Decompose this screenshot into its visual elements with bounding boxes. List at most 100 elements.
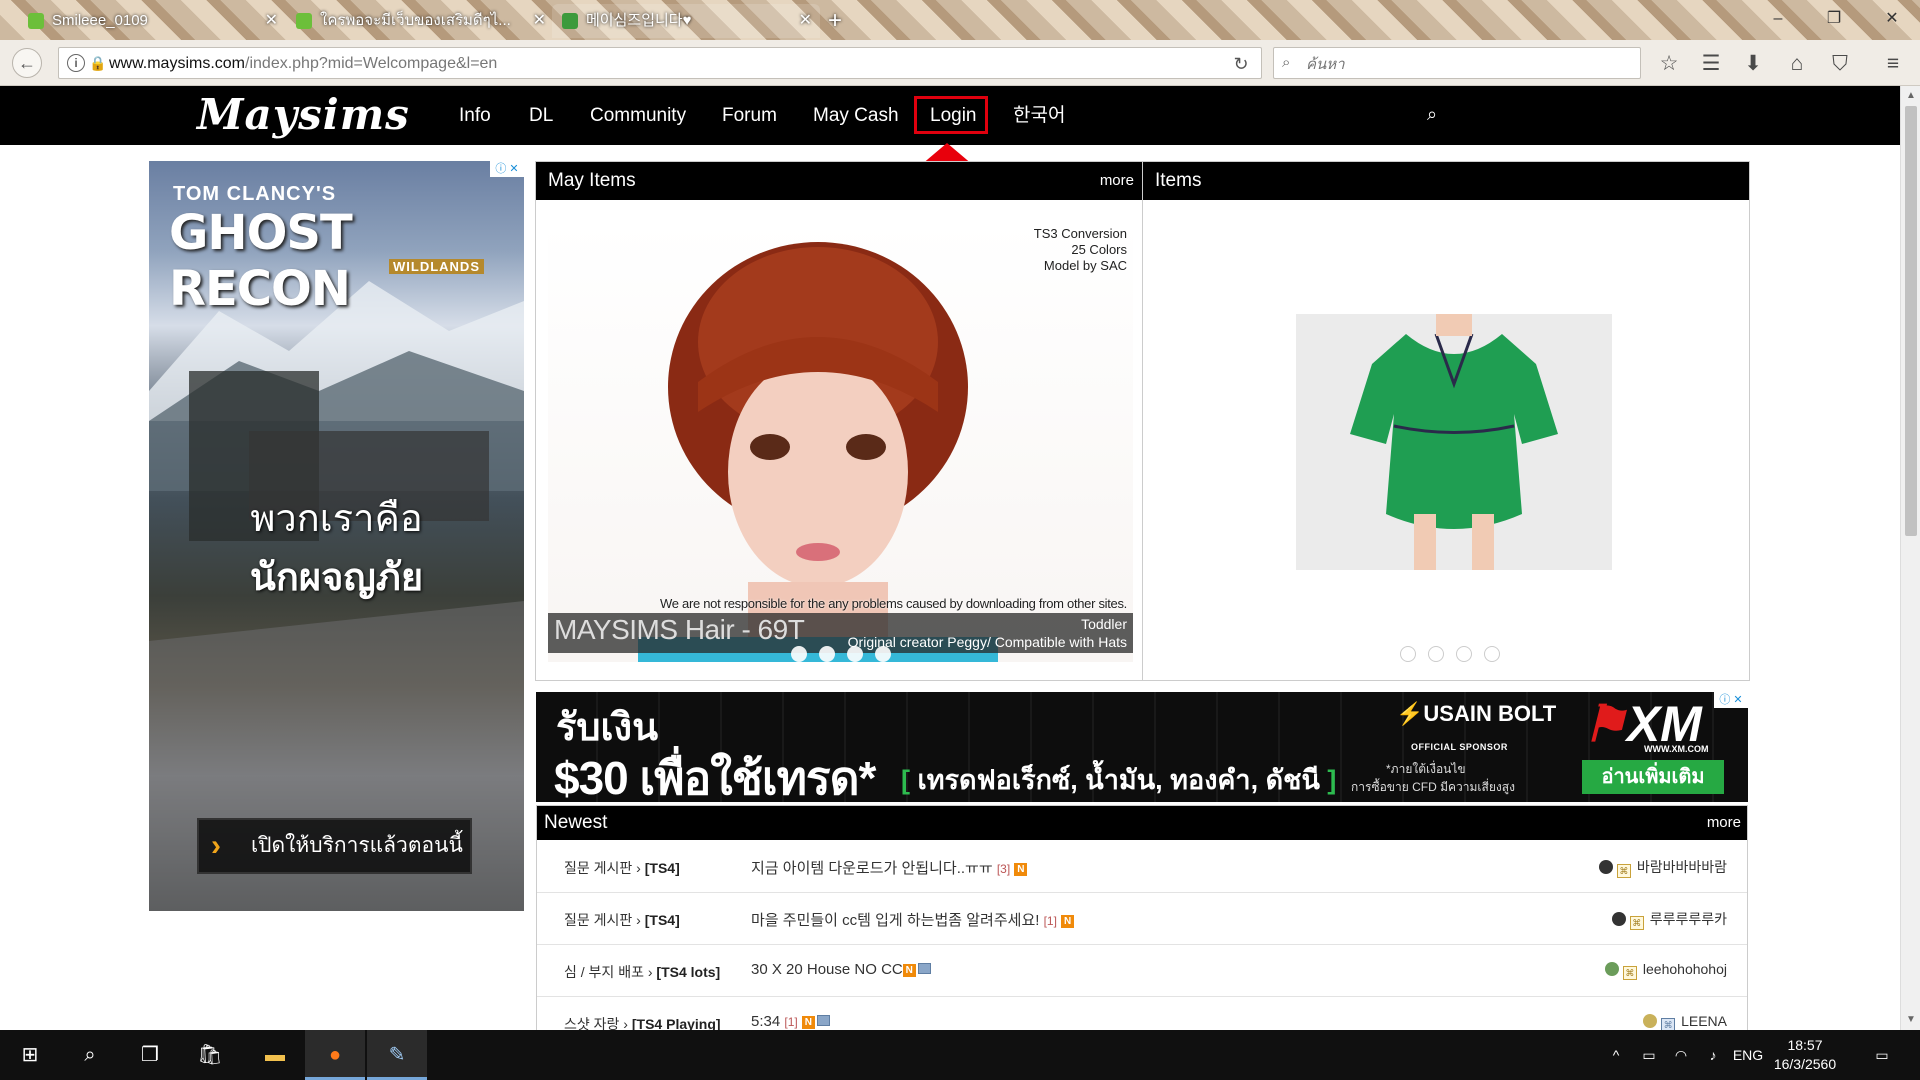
site-search-icon[interactable]: ⌕ (1420, 102, 1444, 126)
post-category[interactable]: 질문 게시판 › [TS4] (564, 910, 680, 930)
menu-korean[interactable]: 한국어 (1013, 86, 1065, 145)
chevron-up-icon[interactable]: ^ (1604, 1030, 1628, 1080)
new-badge-icon: N (801, 1016, 815, 1029)
slide-dot[interactable] (819, 646, 835, 662)
firefox-icon[interactable]: ● (305, 1030, 365, 1080)
list-item[interactable]: 스샷 자랑 › [TS4 Playing] 5:34 [1] N ⌘ LEENA (537, 998, 1747, 1030)
search-icon[interactable]: ⌕ (60, 1030, 120, 1080)
post-category[interactable]: 스샷 자랑 › [TS4 Playing] (564, 1014, 721, 1030)
slide-dots (1400, 646, 1512, 662)
newest-title: Newest (544, 812, 608, 833)
reload-icon[interactable]: ↻ (1229, 52, 1253, 76)
slide-dot[interactable] (1428, 646, 1444, 662)
insecure-lock-icon[interactable]: 🔒 (89, 54, 106, 72)
featured-item-slide[interactable]: TS3 Conversion 25 Colors Model by SAC We… (548, 222, 1133, 662)
ad-cta-button[interactable]: › เปิดให้บริการแล้วตอนนี้ (197, 818, 472, 874)
may-items-more-link[interactable]: more (1100, 162, 1134, 200)
scroll-down-icon[interactable]: ▼ (1901, 1012, 1920, 1028)
scrollbar-thumb[interactable] (1905, 106, 1917, 536)
dress-item-image[interactable] (1296, 314, 1612, 570)
windows-start-icon[interactable]: ⊞ (0, 1030, 60, 1080)
slide-dot[interactable] (875, 646, 891, 662)
menu-dl[interactable]: DL (529, 86, 553, 145)
lightning-bolt-icon: ⚡ (1396, 701, 1424, 726)
list-item[interactable]: 심 / 부지 배포 › [TS4 lots] 30 X 20 House NO … (537, 946, 1747, 997)
star-bookmark-icon[interactable]: ☆ (1656, 51, 1682, 77)
slide-dot[interactable] (1400, 646, 1416, 662)
url-text[interactable]: www.maysims.com/index.php?mid=Welcompage… (109, 48, 497, 80)
list-item[interactable]: 질문 게시판 › [TS4] 지금 아이템 다운로드가 안됩니다..ㅠㅠ [3]… (537, 842, 1747, 893)
menu-info[interactable]: Info (459, 86, 491, 145)
post-category[interactable]: 심 / 부지 배포 › [TS4 lots] (564, 962, 720, 982)
clock-time: 18:57 (1787, 1037, 1823, 1053)
close-tab-icon[interactable]: ✕ (265, 4, 278, 38)
page-scrollbar[interactable]: ▲ ▼ (1900, 86, 1920, 1030)
new-tab-icon[interactable]: + (818, 4, 852, 38)
browser-tab[interactable]: Smileee_0109 ✕ (18, 4, 286, 38)
menu-may-cash[interactable]: May Cash (813, 86, 899, 145)
info-icon[interactable]: i (67, 54, 85, 72)
download-disclaimer: We are not responsible for the any probl… (660, 596, 1127, 611)
slide-dot[interactable] (847, 646, 863, 662)
hamburger-menu-icon[interactable]: ≡ (1880, 51, 1906, 77)
paint-icon[interactable]: ✎ (367, 1030, 427, 1080)
scroll-up-icon[interactable]: ▲ (1901, 88, 1920, 104)
post-category[interactable]: 질문 게시판 › [TS4] (564, 858, 680, 878)
post-title[interactable]: 30 X 20 House NO CC N (751, 961, 931, 978)
reading-list-icon[interactable]: ☰ (1698, 51, 1724, 77)
slide-dot[interactable] (1484, 646, 1500, 662)
comment-count: [1] (1043, 914, 1057, 928)
minimize-icon[interactable]: – (1758, 6, 1798, 32)
browser-search-box[interactable]: ⌕ (1273, 47, 1641, 79)
close-tab-icon[interactable]: ✕ (533, 4, 546, 38)
url-host: www.maysims.com (109, 55, 246, 72)
task-view-icon[interactable]: ❐ (120, 1030, 180, 1080)
volume-icon[interactable]: ♪ (1698, 1030, 1728, 1080)
download-icon[interactable]: ⬇ (1740, 51, 1766, 77)
back-icon[interactable]: ← (12, 48, 42, 78)
read-more-button[interactable]: อ่านเพิ่มเติม (1582, 760, 1724, 794)
restore-icon[interactable]: ❐ (1814, 6, 1854, 32)
store-icon[interactable]: 🛍 (180, 1030, 240, 1080)
pocket-icon[interactable]: ⛉ (1827, 51, 1853, 77)
ad-cta-label: เปิดให้บริการแล้วตอนนี้ (251, 834, 463, 857)
taskbar-clock[interactable]: 18:57 16/3/2560 (1760, 1036, 1850, 1074)
post-title[interactable]: 마을 주민들이 cc템 입게 하는법좀 알려주세요! [1] N (751, 909, 1075, 930)
battery-icon[interactable]: ▭ (1634, 1030, 1664, 1080)
post-author[interactable]: ⌘ LEENA (1643, 1013, 1727, 1030)
menu-forum[interactable]: Forum (722, 86, 777, 145)
ghost-recon-ad[interactable]: ⓘ ✕ TOM CLANCY'S GHOST RECON WILDLANDS พ… (149, 161, 524, 911)
post-title[interactable]: 5:34 [1] N (751, 1013, 830, 1030)
slide-dot[interactable] (1456, 646, 1472, 662)
item-age-group: Toddler (1081, 616, 1127, 632)
browser-search-input[interactable] (1306, 52, 1626, 76)
cat-avatar-icon (1604, 962, 1619, 976)
site-logo[interactable]: Maysims (197, 90, 410, 139)
xm-flag-icon: ⚑ (1582, 696, 1627, 752)
newest-more-link[interactable]: more (1707, 806, 1741, 840)
close-tab-icon[interactable]: ✕ (799, 4, 812, 38)
board-name: 질문 게시판 (564, 860, 633, 876)
terms-note: *ภายใต้เงื่อนไข (1386, 762, 1466, 776)
caption-line: Model by SAC (1043, 258, 1127, 273)
ad-subtitle: WILDLANDS (389, 259, 484, 274)
notification-icon[interactable]: ▭ (1862, 1030, 1902, 1080)
item-name[interactable]: MAYSIMS Hair - 69T (554, 614, 805, 646)
post-author[interactable]: ⌘ 루루루루루카 (1611, 909, 1727, 930)
ad-info-close-badge[interactable]: ⓘ ✕ (1714, 692, 1748, 708)
menu-community[interactable]: Community (590, 86, 686, 145)
home-icon[interactable]: ⌂ (1784, 51, 1810, 77)
xm-banner-ad[interactable]: รับเงิน $30 เพื่อใช้เทรด* [ เทรดฟอเร็กซ์… (536, 692, 1748, 802)
browser-tab[interactable]: ใครพอจะมีเว็บของเสริมดีๆไ... ✕ (286, 4, 554, 38)
list-item[interactable]: 질문 게시판 › [TS4] 마을 주민들이 cc템 입게 하는법좀 알려주세요… (537, 894, 1747, 945)
address-bar[interactable]: i 🔒 www.maysims.com/index.php?mid=Welcom… (58, 47, 1262, 79)
file-explorer-icon[interactable]: ▬ (245, 1030, 305, 1080)
post-author[interactable]: ⌘ 바람바바바바람 (1598, 857, 1727, 878)
post-author[interactable]: ⌘ leehohohohoj (1604, 961, 1727, 980)
browser-tab-active[interactable]: 메이심즈입니다♥ ✕ (552, 4, 820, 38)
ad-info-close-badge[interactable]: ⓘ ✕ (490, 161, 524, 177)
close-window-icon[interactable]: ✕ (1872, 6, 1912, 32)
wifi-icon[interactable]: ◠ (1666, 1030, 1696, 1080)
slide-dot[interactable] (791, 646, 807, 662)
post-title[interactable]: 지금 아이템 다운로드가 안됩니다..ㅠㅠ [3] N (751, 857, 1028, 878)
